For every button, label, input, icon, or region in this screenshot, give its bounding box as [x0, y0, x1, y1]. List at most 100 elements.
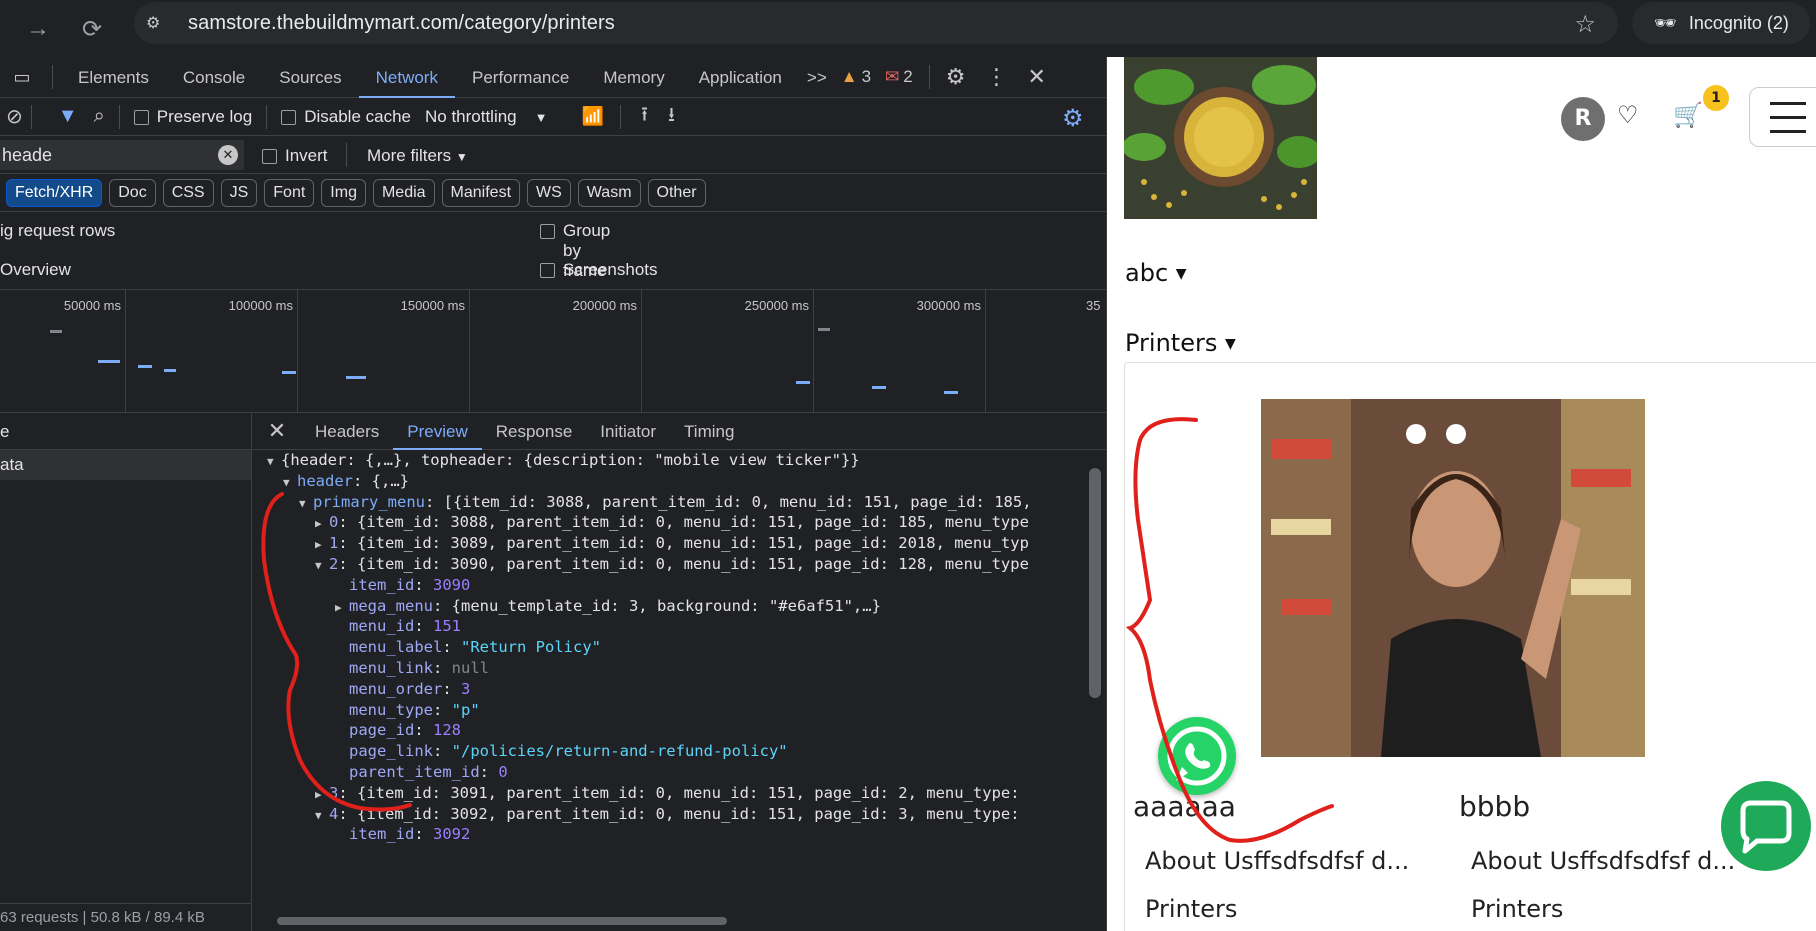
- type-filter-doc[interactable]: Doc: [109, 178, 156, 207]
- collapse-triangle-icon[interactable]: ▶: [315, 785, 329, 804]
- more-tabs-button[interactable]: >>: [799, 57, 835, 98]
- tab-sources[interactable]: Sources: [262, 57, 358, 98]
- json-tree-row[interactable]: ▶ 3: {item_id: 3091, parent_item_id: 0, m…: [253, 783, 1083, 804]
- menu-link[interactable]: Printers: [1145, 895, 1237, 923]
- tab-performance[interactable]: Performance: [455, 57, 586, 98]
- preserve-log-checkbox[interactable]: Preserve log: [133, 107, 252, 127]
- screenshots-checkbox[interactable]: Screenshots: [540, 260, 658, 280]
- filter-icon[interactable]: ▼: [58, 105, 78, 128]
- search-icon[interactable]: ⌕: [94, 105, 105, 128]
- json-tree-row[interactable]: ▶ 1: {item_id: 3089, parent_item_id: 0, m…: [253, 533, 1083, 554]
- scrollbar-thumb[interactable]: [277, 917, 727, 925]
- address-bar[interactable]: ⚙ samstore.thebuildmymart.com/category/p…: [134, 2, 1618, 44]
- json-tree-row[interactable]: ▼ 2: {item_id: 3090, parent_item_id: 0, m…: [253, 554, 1083, 575]
- json-colon: :: [433, 742, 452, 761]
- reload-icon[interactable]: ⟳: [72, 9, 112, 49]
- collapse-triangle-icon[interactable]: ▶: [335, 598, 349, 617]
- expand-triangle-icon[interactable]: ▼: [267, 452, 281, 471]
- kebab-menu-icon[interactable]: ⋮: [986, 64, 1008, 90]
- detail-tab-preview[interactable]: Preview: [393, 413, 482, 450]
- type-filter-other[interactable]: Other: [647, 178, 706, 207]
- collapse-triangle-icon[interactable]: ▶: [315, 535, 329, 554]
- json-tree-row[interactable]: ▶ mega_menu: {menu_template_id: 3, backgr…: [253, 596, 1083, 617]
- chat-bubble-icon[interactable]: [1721, 781, 1811, 871]
- incognito-indicator[interactable]: 🕶 Incognito (2): [1632, 2, 1810, 44]
- json-tree-row[interactable]: ▼ primary_menu: [{item_id: 3088, parent_i…: [253, 492, 1083, 513]
- nav-dropdown-printers[interactable]: Printers ▼: [1125, 329, 1236, 357]
- clear-icon[interactable]: ⊘: [6, 104, 23, 129]
- collapse-triangle-icon[interactable]: ▶: [315, 514, 329, 533]
- type-filter-ws[interactable]: WS: [527, 178, 571, 207]
- warning-icon[interactable]: ▲: [841, 67, 858, 87]
- type-filter-css[interactable]: CSS: [162, 178, 214, 207]
- detail-tab-initiator[interactable]: Initiator: [586, 413, 670, 450]
- close-icon[interactable]: ✕: [1028, 64, 1046, 90]
- menu-link[interactable]: Printers: [1471, 895, 1563, 923]
- type-filter-fetch-xhr[interactable]: Fetch/XHR: [6, 178, 103, 207]
- tab-console[interactable]: Console: [166, 57, 262, 98]
- wishlist-heart-icon[interactable]: ♡: [1617, 101, 1639, 129]
- hamburger-menu-button[interactable]: [1749, 87, 1816, 147]
- json-colon: :: [414, 721, 433, 740]
- filter-input[interactable]: heade ✕: [0, 140, 244, 170]
- big-request-rows-label[interactable]: ig request rows: [0, 221, 115, 241]
- tab-application[interactable]: Application: [682, 57, 799, 98]
- scrollbar-thumb[interactable]: [1089, 468, 1101, 698]
- error-icon[interactable]: ✉: [885, 67, 899, 87]
- disable-cache-checkbox[interactable]: Disable cache: [281, 107, 411, 127]
- request-row-selected[interactable]: ata: [0, 450, 251, 480]
- detail-tab-bar: ✕ Headers Preview Response Initiator Tim…: [253, 413, 1106, 450]
- cart-icon[interactable]: 🛒: [1673, 101, 1703, 129]
- nav-dropdown-abc[interactable]: abc ▼: [1125, 259, 1187, 287]
- product-title[interactable]: bbbb: [1459, 790, 1530, 823]
- product-image[interactable]: [1261, 399, 1645, 757]
- json-tree-row[interactable]: ▼ header: {,…}: [253, 471, 1083, 492]
- network-overview-timeline[interactable]: 50000 ms 100000 ms 150000 ms 200000 ms 2…: [0, 290, 1106, 413]
- type-filter-font[interactable]: Font: [264, 178, 315, 207]
- more-filters-dropdown[interactable]: More filters ▼: [367, 146, 468, 166]
- request-list-header[interactable]: e: [0, 413, 251, 450]
- type-filter-img[interactable]: Img: [321, 178, 366, 207]
- menu-link[interactable]: About Usffsdfsdfsf d...: [1145, 847, 1409, 875]
- clear-filter-icon[interactable]: ✕: [218, 145, 238, 165]
- menu-link[interactable]: About Usffsdfsdfsf d...: [1471, 847, 1735, 875]
- store-logo[interactable]: [1124, 57, 1317, 219]
- throttling-select[interactable]: No throttling ▼: [425, 107, 548, 127]
- json-tree-row[interactable]: ▼ 4: {item_id: 3092, parent_item_id: 0, m…: [253, 804, 1083, 825]
- site-settings-icon[interactable]: ⚙: [146, 13, 170, 33]
- detail-tab-headers[interactable]: Headers: [301, 413, 393, 450]
- type-filter-manifest[interactable]: Manifest: [441, 178, 521, 207]
- expand-triangle-icon[interactable]: ▼: [315, 806, 329, 825]
- expand-triangle-icon[interactable]: ▼: [315, 556, 329, 575]
- tab-memory[interactable]: Memory: [586, 57, 681, 98]
- user-avatar[interactable]: R: [1561, 97, 1605, 141]
- settings-gear-icon[interactable]: ⚙: [946, 64, 966, 90]
- incognito-icon: 🕶: [1654, 12, 1677, 33]
- tab-network[interactable]: Network: [358, 57, 455, 98]
- json-tree-row[interactable]: ▼ {header: {,…}, topheader: {description:…: [253, 450, 1083, 471]
- back-arrow-icon[interactable]: →: [18, 9, 58, 49]
- group-by-frame-checkbox[interactable]: Group by frame: [540, 221, 610, 280]
- type-filter-js[interactable]: JS: [220, 178, 258, 207]
- tab-elements[interactable]: Elements: [61, 57, 166, 98]
- vertical-scrollbar[interactable]: [1083, 450, 1106, 910]
- type-filter-media[interactable]: Media: [372, 178, 435, 207]
- overview-label[interactable]: Overview: [0, 260, 71, 280]
- json-preview-tree[interactable]: ▼ {header: {,…}, topheader: {description:…: [253, 450, 1083, 910]
- whatsapp-icon[interactable]: [1158, 717, 1236, 795]
- network-conditions-icon[interactable]: 📶: [582, 106, 604, 127]
- bookmark-star-icon[interactable]: ☆: [1574, 10, 1596, 39]
- json-tree-row[interactable]: ▶ 0: {item_id: 3088, parent_item_id: 0, m…: [253, 512, 1083, 533]
- download-icon[interactable]: ⭳: [668, 100, 675, 134]
- detail-tab-timing[interactable]: Timing: [670, 413, 748, 450]
- type-filter-wasm[interactable]: Wasm: [577, 178, 641, 207]
- close-detail-icon[interactable]: ✕: [253, 418, 301, 444]
- detail-tab-response[interactable]: Response: [482, 413, 587, 450]
- expand-triangle-icon[interactable]: ▼: [299, 494, 313, 513]
- horizontal-scrollbar[interactable]: [253, 910, 1106, 931]
- invert-checkbox[interactable]: Invert: [262, 146, 328, 166]
- network-settings-icon[interactable]: ⚙: [1062, 104, 1084, 133]
- device-toolbar-icon[interactable]: ▭: [0, 67, 44, 88]
- expand-triangle-icon[interactable]: ▼: [283, 473, 297, 492]
- upload-icon[interactable]: ⭱: [641, 100, 648, 134]
